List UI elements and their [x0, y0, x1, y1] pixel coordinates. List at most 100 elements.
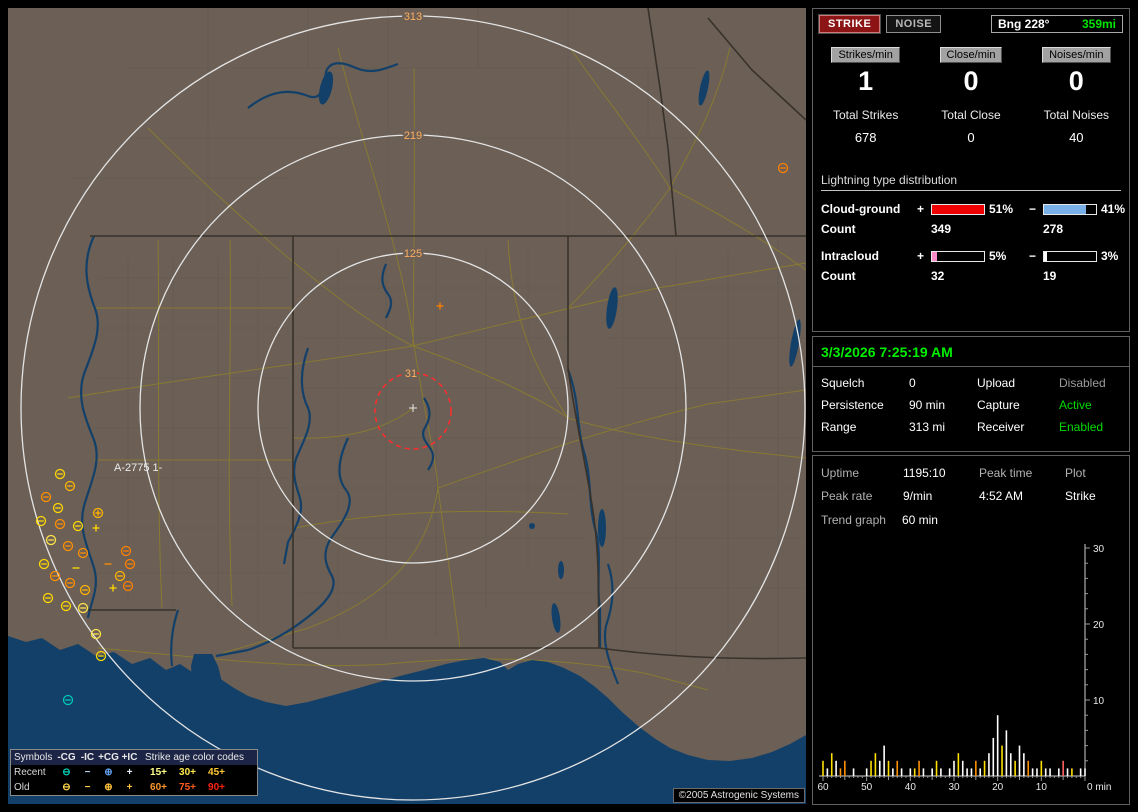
statistics-section: STRIKE NOISE Bng 228° 359mi Strikes/min …: [812, 8, 1130, 332]
bearing-range: 359mi: [1081, 17, 1116, 31]
plus-sign: +: [917, 202, 925, 216]
receiver-settings: Squelch 0 Upload Disabled Persistence 90…: [813, 367, 1129, 443]
bearing-label: Bng 228°: [998, 17, 1050, 31]
cg-negative-pct: 41%: [1101, 202, 1126, 216]
total-noises-value: 40: [1069, 130, 1084, 145]
svg-text:10: 10: [1036, 782, 1048, 793]
squelch-value: 0: [909, 376, 916, 390]
noises-counter: Noises/min 0 Total Noises 40: [1024, 47, 1129, 145]
trend-graph: 10 20 30 60 50 40 30 20 10 0 min: [817, 544, 1111, 793]
age-60: 60+: [150, 782, 167, 793]
range-ring-label: 219: [404, 130, 422, 142]
intracloud-count-row: Count 32 19: [821, 269, 1121, 283]
copyright-label: ©2005 Astrogenic Systems: [672, 788, 805, 803]
neg-cg-old-icon: ⊖: [62, 782, 71, 793]
svg-text:50: 50: [861, 782, 873, 793]
cloud-ground-label: Cloud-ground: [821, 202, 901, 216]
datetime-display: 3/3/2026 7:25:19 AM: [813, 337, 1129, 367]
session-info: Uptime 1195:10 Peak time Plot Peak rate …: [813, 456, 1129, 503]
cloud-ground-count-row: Count 349 278: [821, 222, 1121, 236]
svg-text:30: 30: [1093, 544, 1105, 555]
cg-count-label: Count: [821, 222, 856, 236]
cg-positive-count: 349: [931, 222, 952, 236]
plot-value: Strike: [1065, 489, 1096, 503]
map-area: 313 219 125 31 A-2775 1- Symbols -CG -IC +CG…: [8, 8, 806, 804]
minus-sign: −: [1029, 202, 1037, 216]
noises-per-min-badge[interactable]: Noises/min: [1042, 47, 1111, 63]
total-noises-label: Total Noises: [1043, 108, 1109, 122]
peak-rate-value: 9/min: [903, 489, 933, 503]
ic-negative-pct: 3%: [1101, 249, 1119, 263]
age-30: 30+: [179, 767, 196, 778]
close-ring-label: 31: [405, 368, 417, 380]
squelch-label: Squelch: [821, 376, 865, 390]
range-ring-label: 125: [404, 248, 422, 260]
close-counter: Close/min 0 Total Close 0: [918, 47, 1023, 145]
capture-value: Active: [1059, 398, 1092, 412]
upload-label: Upload: [977, 376, 1016, 390]
total-close-label: Total Close: [941, 108, 1001, 122]
mode-toolbar: STRIKE NOISE Bng 228° 359mi: [813, 9, 1129, 37]
session-section: Uptime 1195:10 Peak time Plot Peak rate …: [812, 455, 1130, 805]
svg-text:40: 40: [905, 782, 917, 793]
station-label: A-2775 1-: [114, 462, 163, 474]
svg-text:60: 60: [817, 782, 829, 793]
persistence-label: Persistence: [821, 398, 884, 412]
lightning-map[interactable]: 313 219 125 31 A-2775 1-: [8, 8, 806, 804]
total-strikes-value: 678: [854, 130, 877, 145]
strikes-counter: Strikes/min 1 Total Strikes 678: [813, 47, 918, 145]
uptime-label: Uptime: [821, 466, 860, 480]
uptime-value: 1195:10: [903, 466, 946, 480]
peak-time-label: Peak time: [979, 466, 1033, 480]
status-section: 3/3/2026 7:25:19 AM Squelch 0 Upload Dis…: [812, 336, 1130, 452]
pos-cg-old-icon: ⊕: [104, 782, 113, 793]
legend-header: Symbols -CG -IC +CG +IC Strike age color…: [11, 750, 257, 765]
noise-button[interactable]: NOISE: [886, 15, 942, 33]
close-per-min-value: 0: [963, 66, 979, 96]
app-root: { "header": { "strike_button": "STRIKE",…: [0, 0, 1138, 812]
svg-text:10: 10: [1093, 696, 1105, 707]
legend-symbols-title: Symbols: [14, 752, 53, 763]
range-ring-label: 313: [404, 11, 422, 23]
legend-old-row: Old ⊖ − ⊕ + 60+ 75+ 90+: [11, 780, 257, 795]
rate-counters: Strikes/min 1 Total Strikes 678 Close/mi…: [813, 47, 1129, 145]
legend-old-label: Old: [14, 782, 30, 793]
plot-label: Plot: [1065, 466, 1086, 480]
lightning-distribution: Lightning type distribution Cloud-ground…: [813, 173, 1129, 283]
ic-positive-bar: [931, 250, 985, 262]
ic-negative-count: 19: [1043, 269, 1057, 283]
receiver-label: Receiver: [977, 420, 1025, 434]
cloud-ground-row: Cloud-ground + 51% − 41%: [821, 202, 1125, 216]
close-per-min-badge[interactable]: Close/min: [939, 47, 1003, 63]
ic-positive-count: 32: [931, 269, 945, 283]
legend-recent-label: Recent: [14, 767, 46, 778]
age-45: 45+: [208, 767, 225, 778]
distribution-title: Lightning type distribution: [821, 173, 1121, 191]
neg-ic-recent-icon: −: [84, 767, 91, 778]
intracloud-label: Intracloud: [821, 249, 880, 263]
capture-label: Capture: [977, 398, 1020, 412]
svg-text:0 min: 0 min: [1087, 782, 1111, 793]
strikes-per-min-badge[interactable]: Strikes/min: [831, 47, 900, 63]
strikes-per-min-value: 1: [858, 66, 874, 96]
age-90: 90+: [208, 782, 225, 793]
strike-button[interactable]: STRIKE: [819, 15, 881, 33]
total-strikes-label: Total Strikes: [832, 108, 899, 122]
map-legend: Symbols -CG -IC +CG +IC Strike age color…: [10, 749, 258, 796]
cg-positive-bar: [931, 203, 985, 215]
noises-per-min-value: 0: [1068, 66, 1084, 96]
intracloud-row: Intracloud + 5% − 3%: [821, 249, 1121, 263]
legend-col-neg-cg: -CG: [57, 752, 76, 763]
total-close-value: 0: [967, 130, 975, 145]
ic-positive-pct: 5%: [989, 249, 1007, 263]
age-15: 15+: [150, 767, 167, 778]
legend-col-neg-ic: -IC: [80, 752, 95, 763]
trend-graph-header: Trend graph 60 min: [813, 513, 1129, 527]
upload-value: Disabled: [1059, 376, 1106, 390]
right-panel: STRIKE NOISE Bng 228° 359mi Strikes/min …: [812, 8, 1131, 805]
svg-text:30: 30: [948, 782, 960, 793]
age-75: 75+: [179, 782, 196, 793]
pos-cg-recent-icon: ⊕: [104, 767, 113, 778]
trend-graph-window: 60 min: [901, 513, 938, 527]
peak-rate-label: Peak rate: [821, 489, 873, 503]
